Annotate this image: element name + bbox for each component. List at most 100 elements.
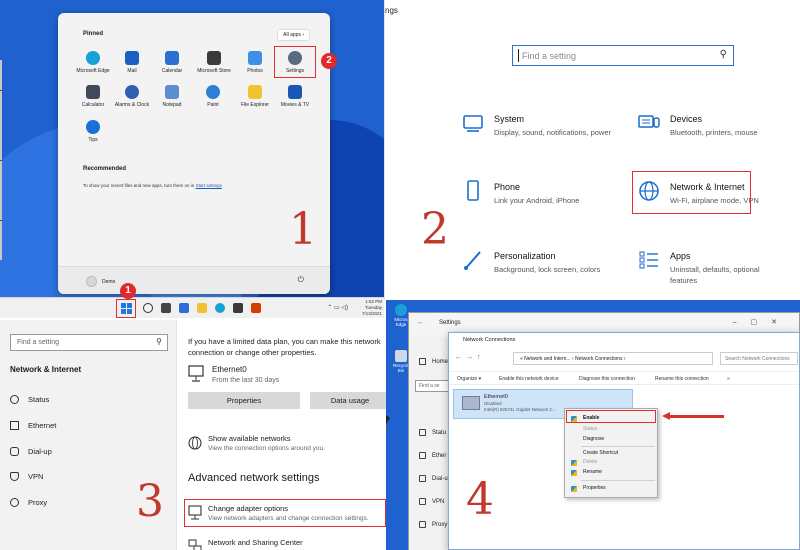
taskbar: ⌃ ▭ ◁) 1:52 PM Tuesday 7/13/2021 — [0, 297, 384, 318]
network-settings-panel: Find a setting ⚲ Network & Internet Statu… — [0, 318, 386, 550]
sidebar-item-status[interactable]: Statu — [419, 429, 446, 436]
globe-icon — [10, 498, 19, 507]
start-settings-link[interactable]: Start settings — [196, 183, 222, 188]
context-rename[interactable]: Rename — [583, 469, 602, 475]
sidebar-heading: Network & Internet — [10, 365, 82, 374]
adapter-highlight-box — [184, 499, 386, 527]
context-properties[interactable]: Properties — [583, 485, 606, 491]
calculator-icon — [86, 85, 100, 99]
diagnose-button[interactable]: Diagnose this connection — [579, 376, 635, 382]
data-usage-button[interactable]: Data usage — [310, 392, 386, 409]
all-apps-button[interactable]: All apps › — [277, 29, 310, 41]
folder-icon[interactable] — [197, 303, 207, 313]
advanced-heading: Advanced network settings — [188, 472, 320, 484]
app-file-explorer[interactable]: File Explorer — [234, 85, 276, 108]
shield-icon — [571, 460, 577, 466]
settings-home-panel: ngs Find a setting ⚲ System Display, soun… — [384, 0, 800, 300]
window-title: ngs — [385, 6, 398, 15]
step-number-2: 2 — [421, 204, 449, 255]
edge-icon — [86, 51, 100, 65]
app-calculator[interactable]: Calculator — [72, 85, 114, 108]
app-notepad[interactable]: Notepad — [151, 85, 193, 108]
task-view-icon[interactable] — [161, 303, 171, 313]
step-number-1: 1 — [289, 204, 317, 255]
sidebar-item-ethernet[interactable]: Ethernet — [10, 421, 56, 430]
search-input[interactable]: Search Network Connections — [720, 352, 798, 365]
app-photos[interactable]: Photos — [234, 51, 276, 74]
window-controls[interactable]: –▢✕ — [733, 318, 791, 326]
more-commands-button[interactable]: » — [727, 376, 730, 382]
window-title: Network Connections — [463, 337, 516, 343]
app-movies[interactable]: Movies & TV — [274, 85, 316, 108]
address-bar: ←→↑ « Network and Intern... › Network Co… — [455, 351, 798, 367]
paint-icon — [206, 85, 220, 99]
laptop-icon — [463, 115, 483, 132]
back-arrow-icon[interactable]: ← — [417, 319, 424, 326]
search-icon: ⚲ — [156, 337, 162, 346]
find-setting-input[interactable]: Find a setting ⚲ — [512, 45, 734, 66]
store-icon[interactable] — [233, 303, 243, 313]
globe-icon — [419, 429, 426, 436]
recycle-bin-icon — [395, 350, 407, 362]
pinned-label: Pinned — [83, 31, 104, 37]
settings-home[interactable]: Home — [419, 358, 448, 365]
sidebar-item-dialup[interactable]: Dial-up — [10, 447, 52, 456]
ethernet-icon — [419, 452, 426, 459]
settings-sidebar: Home Find a se Statu Ether Dial-u VPN Pr… — [409, 337, 455, 550]
computer-icon — [188, 365, 204, 382]
sidebar-item-ethernet[interactable]: Ether — [419, 452, 446, 459]
network-highlight-box — [632, 171, 751, 214]
sidebar-item-proxy[interactable]: Proxy — [419, 521, 447, 528]
app-tips[interactable]: Tips — [72, 120, 114, 143]
start-menu-panel: Pinned All apps › Microsoft Edge Mail Ca… — [0, 0, 384, 318]
app-settings[interactable]: Settings — [274, 46, 316, 78]
network-adapter-icon — [462, 396, 480, 410]
power-icon[interactable]: ⏻ — [298, 275, 304, 285]
mouse-cursor-icon — [386, 415, 390, 424]
app-alarms[interactable]: Alarms & Clock — [111, 85, 153, 108]
sidebar-item-vpn[interactable]: VPN — [419, 498, 444, 505]
widgets-icon[interactable] — [179, 303, 189, 313]
find-setting-input[interactable]: Find a setting ⚲ — [10, 334, 168, 351]
organize-button[interactable]: Organize ▾ — [457, 376, 481, 382]
enable-device-button[interactable]: Enable this network device — [499, 376, 558, 382]
step-badge-1: 1 — [120, 283, 136, 299]
network-connections-panel: Micros Edge Recycle Bin ← Settings –▢✕ H… — [386, 300, 800, 550]
shield-icon — [571, 470, 577, 476]
vpn-icon — [419, 498, 426, 505]
navigation-buttons[interactable]: ←→↑ — [455, 354, 485, 361]
clock[interactable]: 1:52 PM Tuesday 7/13/2021 — [362, 299, 382, 317]
notepad-icon — [165, 85, 179, 99]
globe-icon — [188, 436, 202, 450]
edge-icon[interactable] — [215, 303, 225, 313]
app-store[interactable]: Microsoft Store — [192, 51, 236, 74]
limited-plan-text: If you have a limited data plan, you can… — [188, 337, 381, 357]
address-path[interactable]: « Network and Intern... › Network Connec… — [513, 352, 713, 365]
sidebar-item-vpn[interactable]: VPN — [10, 472, 43, 481]
sidebar-item-status[interactable]: Status — [10, 395, 49, 404]
system-tray[interactable]: ⌃ ▭ ◁) — [327, 304, 348, 311]
app-calendar[interactable]: Calendar — [151, 51, 193, 74]
enable-highlight-box — [566, 410, 656, 423]
recommended-text: To show your recent files and new apps, … — [83, 183, 222, 188]
office-icon[interactable] — [251, 303, 261, 313]
context-create-shortcut[interactable]: Create Shortcut — [583, 450, 618, 456]
rename-button[interactable]: Rename this connection — [655, 376, 709, 382]
vpn-icon — [10, 472, 19, 481]
keyboard-icon — [638, 115, 660, 128]
context-status[interactable]: Status — [583, 426, 597, 432]
movies-icon — [288, 85, 302, 99]
sidebar-item-dialup[interactable]: Dial-u — [419, 475, 448, 482]
user-account[interactable]: Demo — [86, 276, 115, 287]
context-delete[interactable]: Delete — [583, 459, 597, 465]
app-paint[interactable]: Paint — [192, 85, 234, 108]
start-button[interactable] — [116, 299, 136, 318]
context-diagnose[interactable]: Diagnose — [583, 436, 604, 442]
sidebar-item-proxy[interactable]: Proxy — [10, 498, 47, 507]
app-mail[interactable]: Mail — [111, 51, 153, 74]
window-title: Settings — [439, 320, 461, 326]
app-edge[interactable]: Microsoft Edge — [72, 51, 114, 74]
properties-button[interactable]: Properties — [188, 392, 300, 409]
search-icon[interactable] — [143, 303, 153, 313]
step-badge-2: 2 — [321, 53, 337, 69]
